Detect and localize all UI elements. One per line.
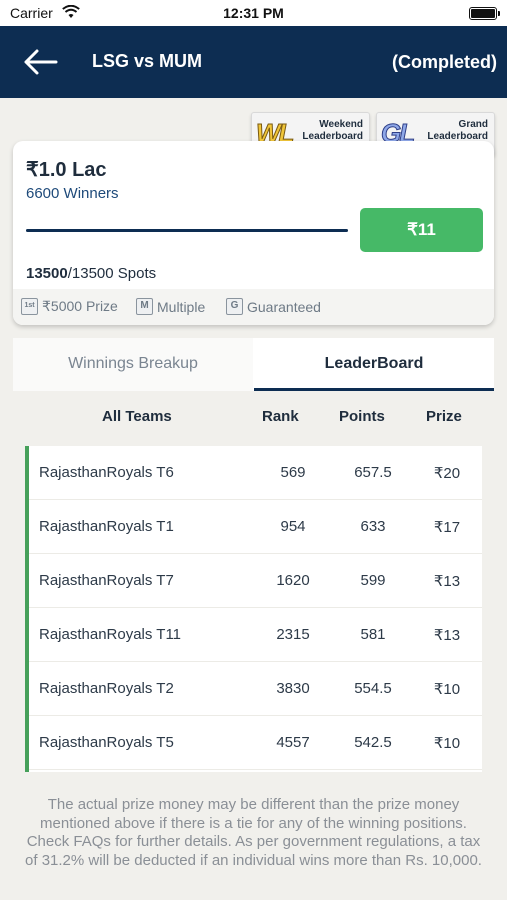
- team-points: 554.5: [354, 680, 392, 697]
- entry-fee-button[interactable]: ₹11: [360, 208, 483, 252]
- team-prize: ₹20: [433, 465, 461, 482]
- battery-icon: [469, 7, 500, 20]
- spots-total: /13500 Spots: [67, 265, 157, 282]
- clock: 12:31 PM: [223, 5, 284, 21]
- team-rank: 4557: [276, 734, 310, 751]
- spots-progress-fill: [26, 229, 348, 232]
- team-points: 599: [360, 572, 386, 589]
- team-rank: 1620: [276, 572, 310, 589]
- team-name: RajasthanRoyals T5: [39, 734, 174, 751]
- guaranteed-icon: G: [226, 298, 243, 315]
- status-bar: Carrier 12:31 PM: [0, 0, 507, 26]
- column-header-prize: Prize: [426, 408, 462, 425]
- prize-disclaimer: The actual prize money may be different …: [25, 796, 482, 869]
- table-row[interactable]: RajasthanRoyals T2 3830 554.5 ₹10: [29, 662, 482, 716]
- spots-progress-bar: [26, 229, 348, 232]
- contest-card: ₹1.0 Lac 6600 Winners ₹11 13500/13500 Sp…: [13, 141, 494, 325]
- app-header: LSG vs MUM (Completed): [0, 26, 507, 98]
- team-name: RajasthanRoyals T6: [39, 464, 174, 481]
- team-prize: ₹10: [433, 735, 461, 752]
- match-status: (Completed): [392, 52, 497, 72]
- leaderboard-column-headers: All Teams Rank Points Prize: [0, 408, 507, 430]
- winners-count: 6600 Winners: [26, 185, 119, 202]
- team-prize: ₹10: [433, 681, 461, 698]
- spots-filled: 13500: [26, 265, 68, 282]
- multiple-entries-feature: M Multiple: [136, 298, 205, 315]
- prize-pool: ₹1.0 Lac: [26, 159, 107, 181]
- team-rank: 3830: [276, 680, 310, 697]
- first-prize-feature: 1st ₹5000 Prize: [21, 298, 118, 315]
- team-points: 633: [360, 518, 386, 535]
- table-row[interactable]: RajasthanRoyals T7 1620 599 ₹13: [29, 554, 482, 608]
- table-row[interactable]: RajasthanRoyals T5 4557 542.5 ₹10: [29, 716, 482, 770]
- team-points: 542.5: [354, 734, 392, 751]
- team-name: RajasthanRoyals T1: [39, 518, 174, 535]
- match-title: LSG vs MUM: [92, 51, 203, 71]
- leaderboard-list: RajasthanRoyals T6 569 657.5 ₹20 Rajasth…: [25, 446, 482, 772]
- column-header-rank: Rank: [262, 408, 299, 425]
- first-prize-label: ₹5000 Prize: [42, 298, 118, 314]
- team-name: RajasthanRoyals T11: [39, 626, 182, 643]
- table-row[interactable]: RajasthanRoyals T11 2315 581 ₹13: [29, 608, 482, 662]
- team-prize: ₹17: [433, 519, 461, 536]
- table-row[interactable]: RajasthanRoyals T1 954 633 ₹17: [29, 500, 482, 554]
- team-rank: 954: [280, 518, 306, 535]
- column-header-points: Points: [339, 408, 385, 425]
- contest-features: 1st ₹5000 Prize M Multiple G Guaranteed: [13, 289, 494, 325]
- grand-leaderboard-label: Grand Leaderboard: [427, 119, 488, 142]
- multiple-icon: M: [136, 298, 153, 315]
- team-rank: 2315: [276, 626, 310, 643]
- contest-tabs: Winnings Breakup LeaderBoard: [13, 338, 494, 391]
- column-header-team: All Teams: [102, 408, 172, 425]
- weekend-leaderboard-label: Weekend Leaderboard: [302, 119, 363, 142]
- team-prize: ₹13: [433, 627, 461, 644]
- team-prize: ₹13: [433, 573, 461, 590]
- spots-count: 13500/13500 Spots: [26, 265, 156, 282]
- team-points: 657.5: [354, 464, 392, 481]
- team-points: 581: [360, 626, 386, 643]
- tab-leaderboard[interactable]: LeaderBoard: [254, 338, 494, 391]
- team-name: RajasthanRoyals T2: [39, 680, 174, 697]
- multiple-label: Multiple: [157, 298, 206, 315]
- guaranteed-feature: G Guaranteed: [226, 298, 321, 315]
- team-rank: 569: [280, 464, 306, 481]
- team-name: RajasthanRoyals T7: [39, 572, 174, 589]
- guaranteed-label: Guaranteed: [247, 298, 321, 315]
- first-place-icon: 1st: [21, 298, 38, 315]
- tab-winnings-breakup[interactable]: Winnings Breakup: [13, 338, 253, 391]
- table-row[interactable]: RajasthanRoyals T6 569 657.5 ₹20: [29, 446, 482, 500]
- back-arrow-icon[interactable]: [22, 48, 58, 76]
